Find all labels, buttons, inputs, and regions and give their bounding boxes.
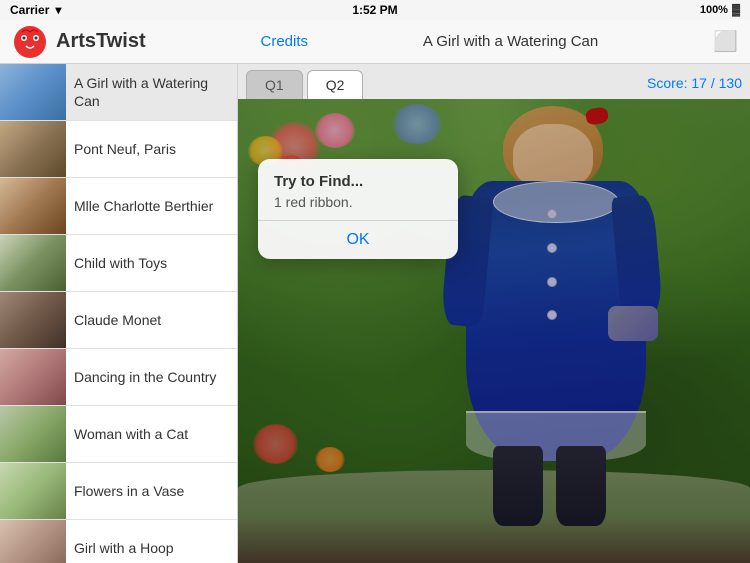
status-bar-time: 1:52 PM: [352, 3, 397, 17]
tab-q2[interactable]: Q2: [307, 70, 364, 99]
sidebar-label-4: Child with Toys: [66, 248, 237, 278]
battery-label: 100%: [700, 4, 728, 16]
nav-bar-left: ArtsTwist: [12, 24, 146, 60]
credits-button[interactable]: Credits: [261, 33, 309, 50]
sidebar-item-4[interactable]: Child with Toys: [0, 235, 237, 292]
sidebar-thumb-8: [0, 463, 66, 519]
sidebar-thumb-6: [0, 349, 66, 405]
sidebar-label-2: Pont Neuf, Paris: [66, 134, 237, 164]
sidebar-thumb-9: [0, 520, 66, 563]
status-bar-left: Carrier ▾: [10, 3, 61, 17]
nav-bar: ArtsTwist Credits A Girl with a Watering…: [0, 20, 750, 64]
sidebar-label-6: Dancing in the Country: [66, 362, 237, 392]
tab-q1[interactable]: Q1: [246, 70, 303, 99]
sidebar-thumb-1: [0, 64, 66, 120]
wifi-icon: ▾: [55, 3, 61, 17]
content-area: Q1 Q2 Score: 17 / 130: [238, 64, 750, 563]
sidebar-item-9[interactable]: Girl with a Hoop: [0, 520, 237, 563]
sidebar-item-2[interactable]: Pont Neuf, Paris: [0, 121, 237, 178]
sidebar-item-8[interactable]: Flowers in a Vase: [0, 463, 237, 520]
window-icon[interactable]: ⬜: [713, 29, 738, 54]
status-bar-right: 100% ▓: [700, 4, 740, 16]
sidebar-item-3[interactable]: Mlle Charlotte Berthier: [0, 178, 237, 235]
sidebar-thumb-2: [0, 121, 66, 177]
sidebar-label-9: Girl with a Hoop: [66, 533, 237, 563]
sidebar-label-5: Claude Monet: [66, 305, 237, 335]
app-logo: [12, 24, 48, 60]
battery-icon: ▓: [732, 4, 740, 16]
modal-content: Try to Find... 1 red ribbon.: [258, 159, 458, 220]
sidebar-label-8: Flowers in a Vase: [66, 476, 237, 506]
sidebar-label-1: A Girl with a Watering Can: [66, 68, 237, 116]
sidebar-label-3: Mlle Charlotte Berthier: [66, 191, 237, 221]
modal-body: 1 red ribbon.: [274, 194, 442, 210]
sidebar: A Girl with a Watering Can Pont Neuf, Par…: [0, 64, 238, 563]
sidebar-label-7: Woman with a Cat: [66, 419, 237, 449]
painting-area: Try to Find... 1 red ribbon. OK: [238, 99, 750, 563]
sidebar-item-7[interactable]: Woman with a Cat: [0, 406, 237, 463]
sidebar-item-5[interactable]: Claude Monet: [0, 292, 237, 349]
main-layout: A Girl with a Watering Can Pont Neuf, Par…: [0, 64, 750, 563]
modal-box: Try to Find... 1 red ribbon. OK: [258, 159, 458, 259]
sidebar-item-6[interactable]: Dancing in the Country: [0, 349, 237, 406]
sidebar-thumb-3: [0, 178, 66, 234]
modal-overlay: Try to Find... 1 red ribbon. OK: [238, 99, 750, 563]
app-name: ArtsTwist: [56, 30, 146, 53]
page-title: A Girl with a Watering Can: [423, 33, 598, 50]
sidebar-thumb-7: [0, 406, 66, 462]
sidebar-item-1[interactable]: A Girl with a Watering Can: [0, 64, 237, 121]
carrier-label: Carrier: [10, 3, 49, 17]
score-label: Score: 17 / 130: [647, 75, 742, 95]
status-bar: Carrier ▾ 1:52 PM 100% ▓: [0, 0, 750, 20]
modal-title: Try to Find...: [274, 173, 442, 190]
sidebar-thumb-5: [0, 292, 66, 348]
sidebar-thumb-4: [0, 235, 66, 291]
modal-ok-button[interactable]: OK: [258, 221, 458, 259]
tab-bar: Q1 Q2 Score: 17 / 130: [238, 64, 750, 99]
painting-background: Try to Find... 1 red ribbon. OK: [238, 99, 750, 563]
